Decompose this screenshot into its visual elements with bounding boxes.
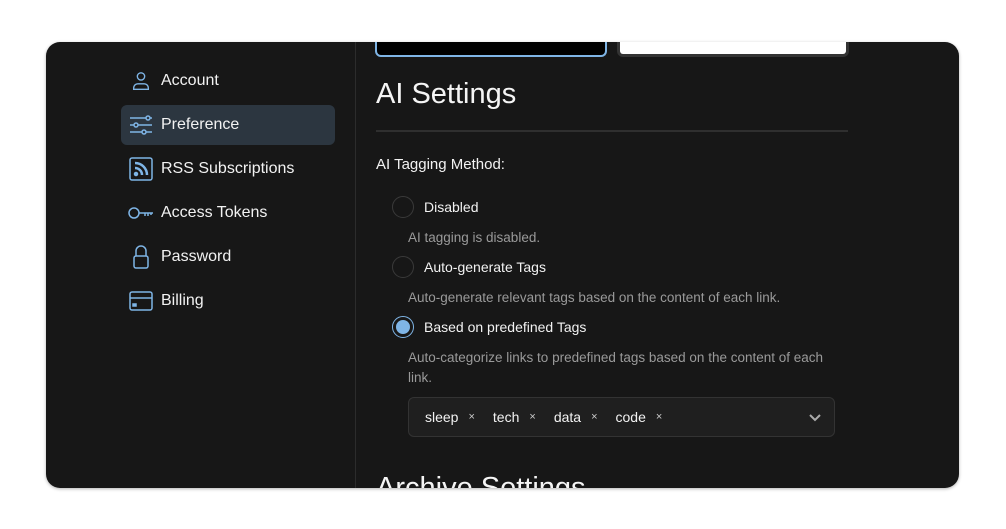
sidebar-item-label: Password [161,248,232,265]
user-icon [128,68,154,94]
theme-light-option[interactable] [617,42,849,57]
tag-chip: tech × [493,409,536,425]
remove-tag-icon[interactable]: × [468,411,474,423]
settings-window: Account Preference RSS Subscriptions Acc… [46,42,959,488]
radio-predefined-tags[interactable]: Based on predefined Tags [392,316,586,338]
sidebar-item-label: Access Tokens [161,204,268,221]
tag-label: code [615,409,646,425]
tag-chip: data × [554,409,598,425]
chevron-down-icon[interactable] [808,410,822,429]
remove-tag-icon[interactable]: × [591,411,597,423]
remove-tag-icon[interactable]: × [529,411,535,423]
radio-auto-generate-tags[interactable]: Auto-generate Tags [392,256,546,278]
radio-circle[interactable] [392,256,414,278]
radio-description: Auto-generate relevant tags based on the… [408,290,781,305]
settings-content: AI Settings AI Tagging Method: Disabled … [375,42,849,488]
radio-circle[interactable] [392,316,414,338]
lock-icon [128,244,154,270]
remove-tag-icon[interactable]: × [656,411,662,423]
ai-tagging-method-label: AI Tagging Method: [376,156,505,173]
ai-settings-title: AI Settings [376,78,517,110]
tag-label: tech [492,409,520,425]
radio-label: Based on predefined Tags [424,319,587,335]
radio-circle[interactable] [392,196,414,218]
tag-label: sleep [425,409,459,425]
radio-label: Disabled [424,199,479,215]
predefined-tags-select[interactable]: sleep × tech × data × code × [408,397,835,437]
sidebar-item-label: Billing [161,292,204,309]
archive-settings-title: Archive Settings [376,472,586,488]
rss-icon [128,156,154,182]
sliders-icon [128,112,154,138]
sidebar-item-label: Preference [161,116,240,133]
sidebar-item-preference[interactable]: Preference [121,105,335,145]
tag-chip: code × [616,409,663,425]
radio-description: AI tagging is disabled. [408,230,541,245]
divider [376,130,848,132]
sidebar-item-label: RSS Subscriptions [161,160,295,177]
tag-chip: sleep × [425,409,475,425]
key-icon [128,200,154,226]
sidebar-item-rss-subscriptions[interactable]: RSS Subscriptions [121,149,335,189]
radio-disabled[interactable]: Disabled [392,196,478,218]
sidebar-item-label: Account [161,72,219,89]
radio-label: Auto-generate Tags [424,259,546,275]
sidebar-item-billing[interactable]: Billing [121,281,335,321]
sidebar: Account Preference RSS Subscriptions Acc… [46,42,356,488]
sidebar-item-password[interactable]: Password [121,237,335,277]
credit-card-icon [128,288,154,314]
radio-description: Auto-categorize links to predefined tags… [408,350,824,385]
theme-dark-option[interactable] [375,42,607,57]
tag-label: data [553,409,582,425]
sidebar-item-access-tokens[interactable]: Access Tokens [121,193,335,233]
sidebar-item-account[interactable]: Account [121,61,335,101]
